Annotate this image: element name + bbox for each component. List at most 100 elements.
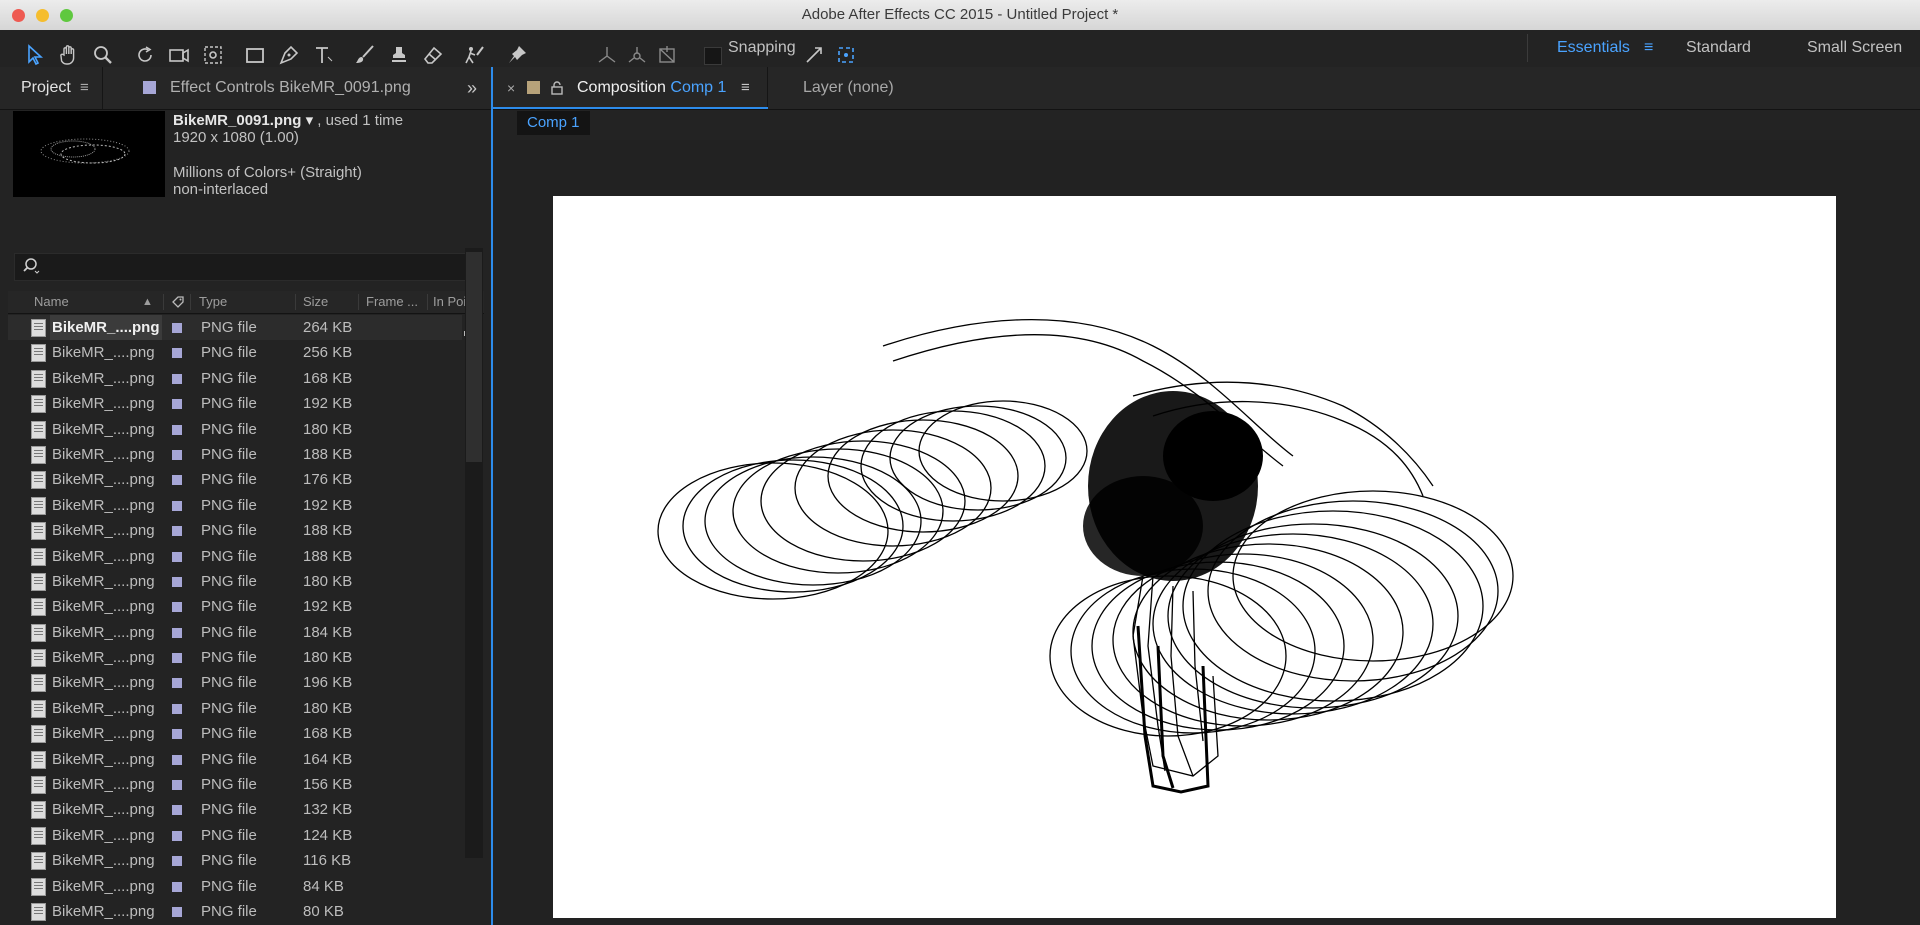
label-swatch[interactable]: [172, 729, 182, 740]
label-swatch[interactable]: [172, 856, 182, 867]
clone-stamp-tool-icon[interactable]: [386, 42, 412, 68]
snapping-options-icon[interactable]: [801, 42, 827, 68]
view-axis-mode-icon[interactable]: [654, 42, 680, 68]
puppet-pin-tool-icon[interactable]: [504, 42, 530, 68]
list-item[interactable]: BikeMR_....png PNG file 124 KB: [8, 823, 462, 848]
workspace-menu-icon[interactable]: ≡: [1644, 30, 1653, 66]
list-item[interactable]: BikeMR_....png PNG file 264 KB: [8, 315, 462, 341]
label-swatch[interactable]: [172, 703, 182, 714]
list-item[interactable]: BikeMR_....png PNG file 180 KB: [8, 569, 462, 594]
selection-tool-icon[interactable]: [22, 42, 48, 68]
label-swatch[interactable]: [172, 323, 182, 333]
label-swatch[interactable]: [172, 627, 182, 638]
list-item[interactable]: BikeMR_....png PNG file 192 KB: [8, 493, 462, 518]
rectangle-tool-icon[interactable]: [242, 42, 268, 68]
label-swatch[interactable]: [172, 576, 182, 587]
label-column-icon[interactable]: [171, 291, 185, 316]
roto-brush-tool-icon[interactable]: [462, 42, 488, 68]
search-input[interactable]: [45, 256, 469, 278]
zoom-tool-icon[interactable]: [90, 42, 116, 68]
sort-ascending-icon[interactable]: ▲: [142, 291, 153, 313]
list-item[interactable]: BikeMR_....png PNG file 156 KB: [8, 772, 462, 797]
list-item[interactable]: BikeMR_....png PNG file 164 KB: [8, 747, 462, 772]
column-name[interactable]: Name: [34, 291, 69, 313]
list-item[interactable]: BikeMR_....png PNG file 180 KB: [8, 696, 462, 721]
item-size: 168 KB: [303, 725, 353, 743]
label-swatch[interactable]: [172, 526, 182, 537]
item-name: BikeMR_....png: [52, 623, 155, 641]
world-axis-mode-icon[interactable]: [624, 42, 650, 68]
workspace-essentials[interactable]: Essentials: [1557, 30, 1630, 66]
column-frame-rate[interactable]: Frame ...: [366, 291, 418, 313]
label-swatch[interactable]: [172, 373, 182, 384]
label-swatch[interactable]: [172, 678, 182, 689]
label-swatch[interactable]: [172, 906, 182, 917]
label-swatch[interactable]: [172, 551, 182, 562]
list-item[interactable]: BikeMR_....png PNG file 192 KB: [8, 594, 462, 619]
file-icon: [31, 826, 46, 845]
item-size: 180 KB: [303, 699, 353, 717]
tab-project[interactable]: Project: [21, 67, 71, 109]
project-panel-menu-icon[interactable]: ≡: [80, 67, 89, 109]
label-swatch[interactable]: [172, 348, 182, 359]
list-item[interactable]: BikeMR_....png PNG file 168 KB: [8, 721, 462, 746]
composition-canvas[interactable]: [553, 196, 1836, 918]
brush-tool-icon[interactable]: [352, 42, 378, 68]
pen-tool-icon[interactable]: [276, 42, 302, 68]
tab-layer[interactable]: Layer (none): [803, 67, 894, 109]
list-item[interactable]: BikeMR_....png PNG file 188 KB: [8, 442, 462, 467]
label-swatch[interactable]: [172, 602, 182, 613]
item-size: 180 KB: [303, 420, 353, 438]
list-item[interactable]: BikeMR_....png PNG file 188 KB: [8, 518, 462, 543]
pan-behind-tool-icon[interactable]: [200, 42, 226, 68]
comp-breadcrumb[interactable]: Comp 1: [517, 111, 590, 135]
tab-effect-controls[interactable]: Effect Controls BikeMR_0091.png: [170, 67, 411, 109]
local-axis-mode-icon[interactable]: [594, 42, 620, 68]
list-item[interactable]: BikeMR_....png PNG file 184 KB: [8, 620, 462, 645]
column-size[interactable]: Size: [303, 291, 328, 313]
list-item[interactable]: BikeMR_....png PNG file 176 KB: [8, 467, 462, 492]
type-tool-icon[interactable]: [310, 42, 336, 68]
list-item[interactable]: BikeMR_....png PNG file 80 KB: [8, 899, 462, 924]
snap-to-features-icon[interactable]: [833, 42, 859, 68]
list-item[interactable]: BikeMR_....png PNG file 180 KB: [8, 417, 462, 442]
label-swatch[interactable]: [172, 475, 182, 486]
list-item[interactable]: BikeMR_....png PNG file 168 KB: [8, 366, 462, 391]
project-scrollbar-thumb[interactable]: [466, 252, 482, 462]
project-search-field[interactable]: [14, 253, 482, 281]
panel-overflow-icon[interactable]: »: [467, 67, 477, 109]
rotation-tool-icon[interactable]: [132, 42, 158, 68]
list-item[interactable]: BikeMR_....png PNG file 84 KB: [8, 874, 462, 899]
tab-composition[interactable]: Composition Comp 1: [577, 67, 726, 109]
label-swatch[interactable]: [172, 754, 182, 765]
list-item[interactable]: BikeMR_....png PNG file 188 KB: [8, 544, 462, 569]
footage-dropdown-icon[interactable]: ▾: [306, 112, 314, 129]
camera-tool-icon[interactable]: [166, 42, 192, 68]
hand-tool-icon[interactable]: [56, 42, 82, 68]
workspace-standard[interactable]: Standard: [1686, 30, 1751, 66]
snapping-checkbox[interactable]: [704, 47, 722, 65]
list-item[interactable]: BikeMR_....png PNG file 132 KB: [8, 797, 462, 822]
label-swatch[interactable]: [172, 424, 182, 435]
window-title: Adobe After Effects CC 2015 - Untitled P…: [801, 6, 1119, 23]
list-item[interactable]: BikeMR_....png PNG file 256 KB: [8, 340, 462, 365]
eraser-tool-icon[interactable]: [420, 42, 446, 68]
close-tab-icon[interactable]: ×: [507, 67, 515, 109]
workspace-small-screen[interactable]: Small Screen: [1807, 30, 1902, 66]
label-swatch[interactable]: [172, 881, 182, 892]
lock-icon[interactable]: [551, 67, 563, 109]
column-type[interactable]: Type: [199, 291, 227, 313]
label-swatch[interactable]: [172, 653, 182, 664]
label-swatch[interactable]: [172, 780, 182, 791]
label-swatch[interactable]: [172, 449, 182, 460]
list-item[interactable]: BikeMR_....png PNG file 180 KB: [8, 645, 462, 670]
list-item[interactable]: BikeMR_....png PNG file 192 KB: [8, 391, 462, 416]
list-item[interactable]: BikeMR_....png PNG file 116 KB: [8, 848, 462, 873]
label-swatch[interactable]: [172, 399, 182, 410]
list-item[interactable]: BikeMR_....png PNG file 196 KB: [8, 670, 462, 695]
label-swatch[interactable]: [172, 830, 182, 841]
item-size: 188 KB: [303, 522, 353, 540]
label-swatch[interactable]: [172, 805, 182, 816]
composition-panel-menu-icon[interactable]: ≡: [741, 67, 750, 109]
label-swatch[interactable]: [172, 500, 182, 511]
